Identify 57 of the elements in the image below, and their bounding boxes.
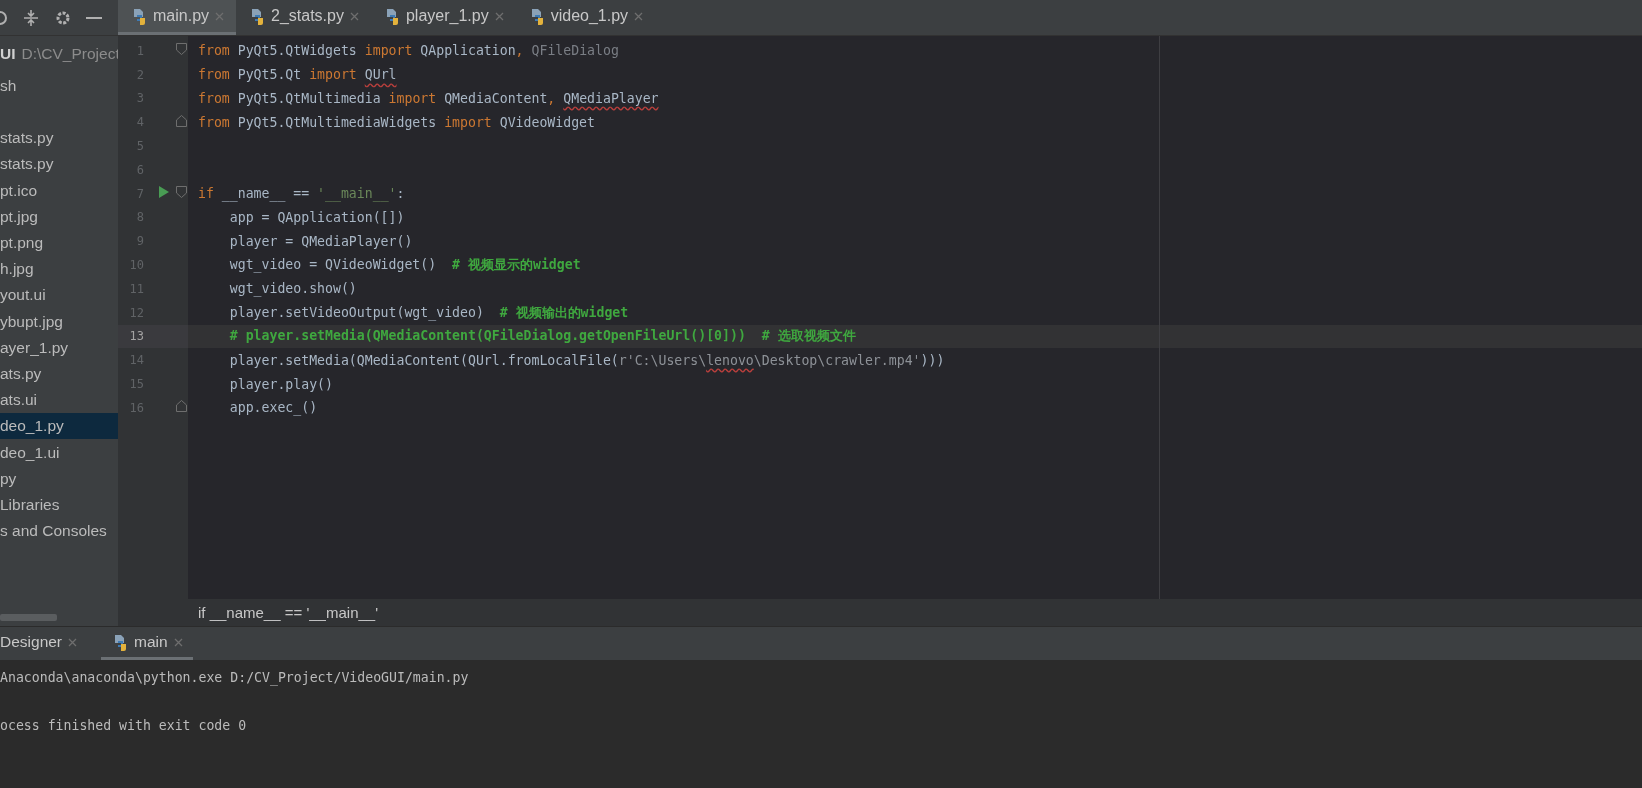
file-item[interactable]: ats.ui: [0, 387, 118, 414]
close-icon[interactable]: [173, 637, 183, 647]
file-item[interactable]: sh: [0, 73, 118, 100]
console-line: ocess finished with exit code 0: [0, 717, 247, 733]
target-icon[interactable]: [0, 9, 8, 26]
code-line: player = QMediaPlayer(): [228, 233, 413, 249]
code-line: # player.setMedia(QMediaContent(QFileDialog.getOpenFileUrl()[0])) # 选取视频文件: [228, 327, 856, 346]
run-icon[interactable]: [158, 185, 170, 200]
run-tab[interactable]: Designer: [0, 627, 88, 660]
project-path: D:\CV_Project: [21, 45, 120, 63]
file-item[interactable]: s and Consoles: [0, 518, 118, 545]
file-item[interactable]: h.jpg: [0, 256, 118, 283]
console-line: Anaconda\anaconda\python.exe D:/CV_Project/VideoGUI/main.py: [0, 669, 469, 685]
code-line: wgt_video = QVideoWidget() # 视频显示的widget: [228, 256, 581, 275]
file-item[interactable]: Libraries: [0, 491, 118, 518]
breadcrumb[interactable]: if __name__ == '__main__': [198, 604, 379, 621]
file-item[interactable]: py: [0, 465, 118, 492]
code-line: from PyQt5.Qt import QUrl: [198, 67, 397, 83]
file-item[interactable]: stats.py: [0, 151, 118, 178]
code-line: if __name__ == '__main__':: [198, 186, 405, 202]
code-line: player.setMedia(QMediaContent(QUrl.fromLocalFile(r'C:\Users\lenovo\Desktop\crawler.mp4'))): [228, 352, 945, 368]
editor-tab[interactable]: main.py: [118, 0, 237, 35]
code-line: player.setVideoOutput(wgt_video) # 视频输出的widget: [228, 303, 629, 322]
editor-tab[interactable]: 2_stats.py: [236, 0, 371, 35]
code-line: from PyQt5.QtWidgets import QApplication, QFileDialog: [198, 43, 619, 59]
file-item[interactable]: ayer_1.py: [0, 334, 118, 361]
project-name: UI: [0, 45, 16, 63]
code-line: player.play(): [228, 376, 333, 392]
code-line: app.exec_(): [228, 400, 318, 416]
code-line: wgt_video.show(): [228, 281, 357, 297]
run-tab[interactable]: main: [101, 627, 193, 660]
fold-icon[interactable]: [176, 43, 187, 56]
fold-icon[interactable]: [176, 114, 187, 127]
file-item[interactable]: pt.jpg: [0, 203, 118, 230]
fold-icon[interactable]: [176, 186, 187, 199]
close-icon[interactable]: [634, 11, 644, 21]
file-item[interactable]: deo_1.ui: [0, 439, 118, 466]
file-item[interactable]: stats.py: [0, 125, 118, 152]
editor-tab[interactable]: video_1.py: [515, 0, 656, 35]
file-item[interactable]: pt.ico: [0, 177, 118, 204]
close-icon[interactable]: [494, 11, 504, 21]
code-line: from PyQt5.QtMultimediaWidgets import QVideoWidget: [198, 114, 595, 130]
editor-tab[interactable]: player_1.py: [370, 0, 516, 35]
file-item[interactable]: yout.ui: [0, 282, 118, 309]
close-icon[interactable]: [68, 637, 78, 647]
code-line: from PyQt5.QtMultimedia import QMediaContent, QMediaPlayer: [198, 91, 659, 106]
line-number: 13: [128, 329, 144, 344]
file-item[interactable]: ybupt.jpg: [0, 308, 118, 335]
collapse-icon[interactable]: [22, 8, 40, 27]
close-icon[interactable]: [349, 11, 359, 21]
file-item[interactable]: deo_1.py: [0, 413, 118, 440]
file-item[interactable]: pt.png: [0, 229, 118, 257]
code-line: app = QApplication([]): [228, 209, 405, 225]
fold-icon[interactable]: [176, 400, 187, 413]
file-item[interactable]: ats.py: [0, 360, 118, 388]
close-icon[interactable]: [215, 11, 225, 21]
scrollbar[interactable]: [0, 614, 57, 621]
